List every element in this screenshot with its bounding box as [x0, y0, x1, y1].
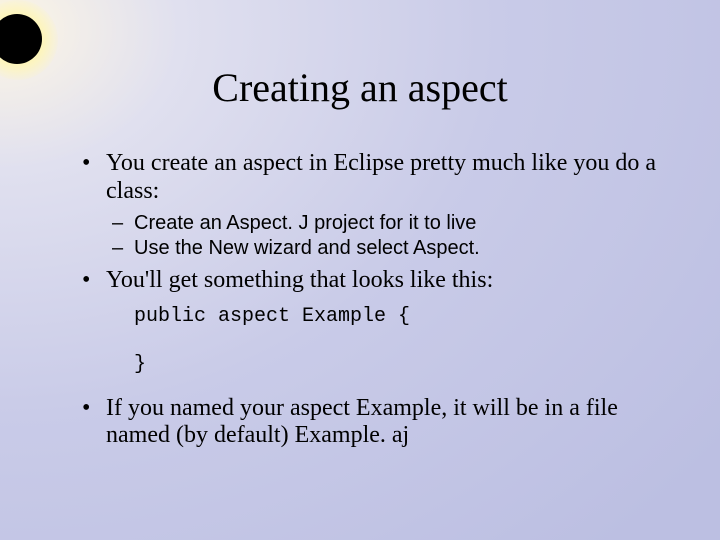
bullet-3-text: If you named your aspect Example, it wil…	[106, 395, 618, 449]
slide-content: You create an aspect in Eclipse pretty m…	[78, 150, 668, 456]
bullet-3: If you named your aspect Example, it wil…	[78, 395, 668, 450]
slide: Creating an aspect You create an aspect …	[0, 0, 720, 540]
subbullet-1: Create an Aspect. J project for it to li…	[106, 211, 668, 236]
bullet-1-text: You create an aspect in Eclipse pretty m…	[106, 150, 656, 204]
code-blank-line	[134, 329, 146, 352]
bullet-2-text: You'll get something that looks like thi…	[106, 267, 493, 293]
bullet-2: You'll get something that looks like thi…	[78, 267, 668, 377]
code-block: public aspect Example { }	[134, 305, 668, 377]
code-line-2: }	[134, 353, 146, 376]
code-line-1: public aspect Example {	[134, 305, 410, 328]
subbullet-2: Use the New wizard and select Aspect.	[106, 236, 668, 261]
bullet-1: You create an aspect in Eclipse pretty m…	[78, 150, 668, 261]
slide-title: Creating an aspect	[0, 64, 720, 111]
